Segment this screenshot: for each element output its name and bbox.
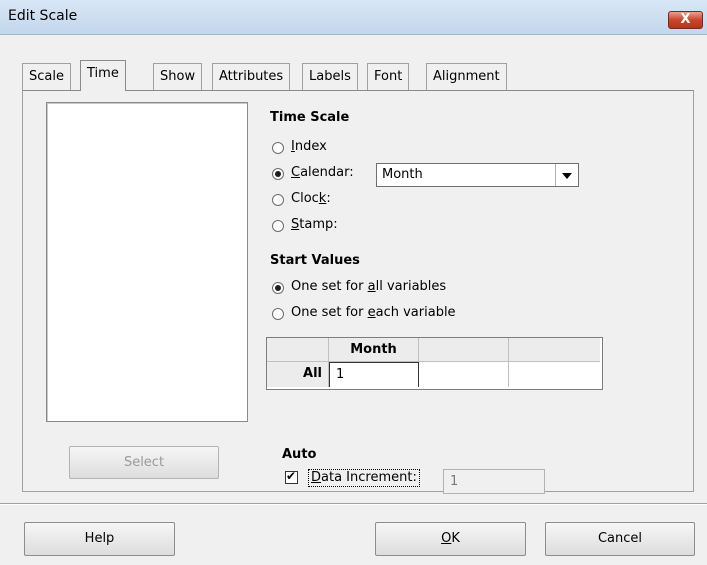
table-cell[interactable] xyxy=(509,362,600,387)
tab-font[interactable]: Font xyxy=(367,63,410,90)
tab-labels[interactable]: Labels xyxy=(302,63,358,90)
stamp-label: Stamp: xyxy=(291,217,338,232)
select-button[interactable]: Select xyxy=(69,446,219,479)
help-button[interactable]: Help xyxy=(24,522,175,556)
calendar-dropdown-value: Month xyxy=(382,167,423,182)
auto-heading: Auto xyxy=(282,447,317,462)
calendar-label: Calendar: xyxy=(291,165,354,180)
time-scale-heading: Time Scale xyxy=(270,110,350,125)
column-header-empty xyxy=(419,338,509,362)
radio-index[interactable] xyxy=(272,142,284,154)
tab-time[interactable]: Time xyxy=(80,60,126,91)
column-header-month: Month xyxy=(329,338,419,362)
radio-calendar[interactable] xyxy=(272,168,284,180)
table-corner-cell xyxy=(267,338,329,362)
radio-stamp[interactable] xyxy=(272,220,284,232)
separator-highlight xyxy=(0,504,707,505)
tab-attributes[interactable]: Attributes xyxy=(212,63,291,90)
data-increment-field[interactable]: 1 xyxy=(443,469,545,494)
tab-alignment[interactable]: Alignment xyxy=(426,63,507,90)
one-set-each-label: One set for each variable xyxy=(291,305,456,320)
chevron-down-icon[interactable] xyxy=(555,164,578,186)
table-cell[interactable] xyxy=(419,362,509,387)
one-set-all-label: One set for all variables xyxy=(291,279,447,294)
index-label: Index xyxy=(291,139,327,154)
ok-button[interactable]: OK xyxy=(375,522,526,556)
close-button[interactable]: X xyxy=(668,11,703,29)
radio-clock[interactable] xyxy=(272,194,284,206)
radio-one-set-all[interactable] xyxy=(272,282,284,294)
tab-strip: Scale Time Show Attributes Labels Font A… xyxy=(22,60,527,91)
data-increment-label: Data Increment: xyxy=(308,469,420,487)
data-increment-checkbox[interactable] xyxy=(285,469,298,484)
window-title: Edit Scale xyxy=(8,8,78,24)
table-cell-month-all[interactable]: 1 xyxy=(329,362,419,387)
tab-scale[interactable]: Scale xyxy=(22,63,71,90)
calendar-dropdown[interactable]: Month xyxy=(376,163,579,187)
variables-listbox[interactable] xyxy=(46,102,248,422)
column-header-empty xyxy=(509,338,600,362)
radio-one-set-each[interactable] xyxy=(272,308,284,320)
start-values-heading: Start Values xyxy=(270,253,360,268)
tab-show[interactable]: Show xyxy=(153,63,203,90)
title-bar: Edit Scale X xyxy=(0,0,707,35)
start-values-table[interactable]: Month All 1 xyxy=(266,337,603,390)
clock-label: Clock: xyxy=(291,191,331,206)
cancel-button[interactable]: Cancel xyxy=(545,522,695,556)
row-header-all: All xyxy=(267,362,329,387)
